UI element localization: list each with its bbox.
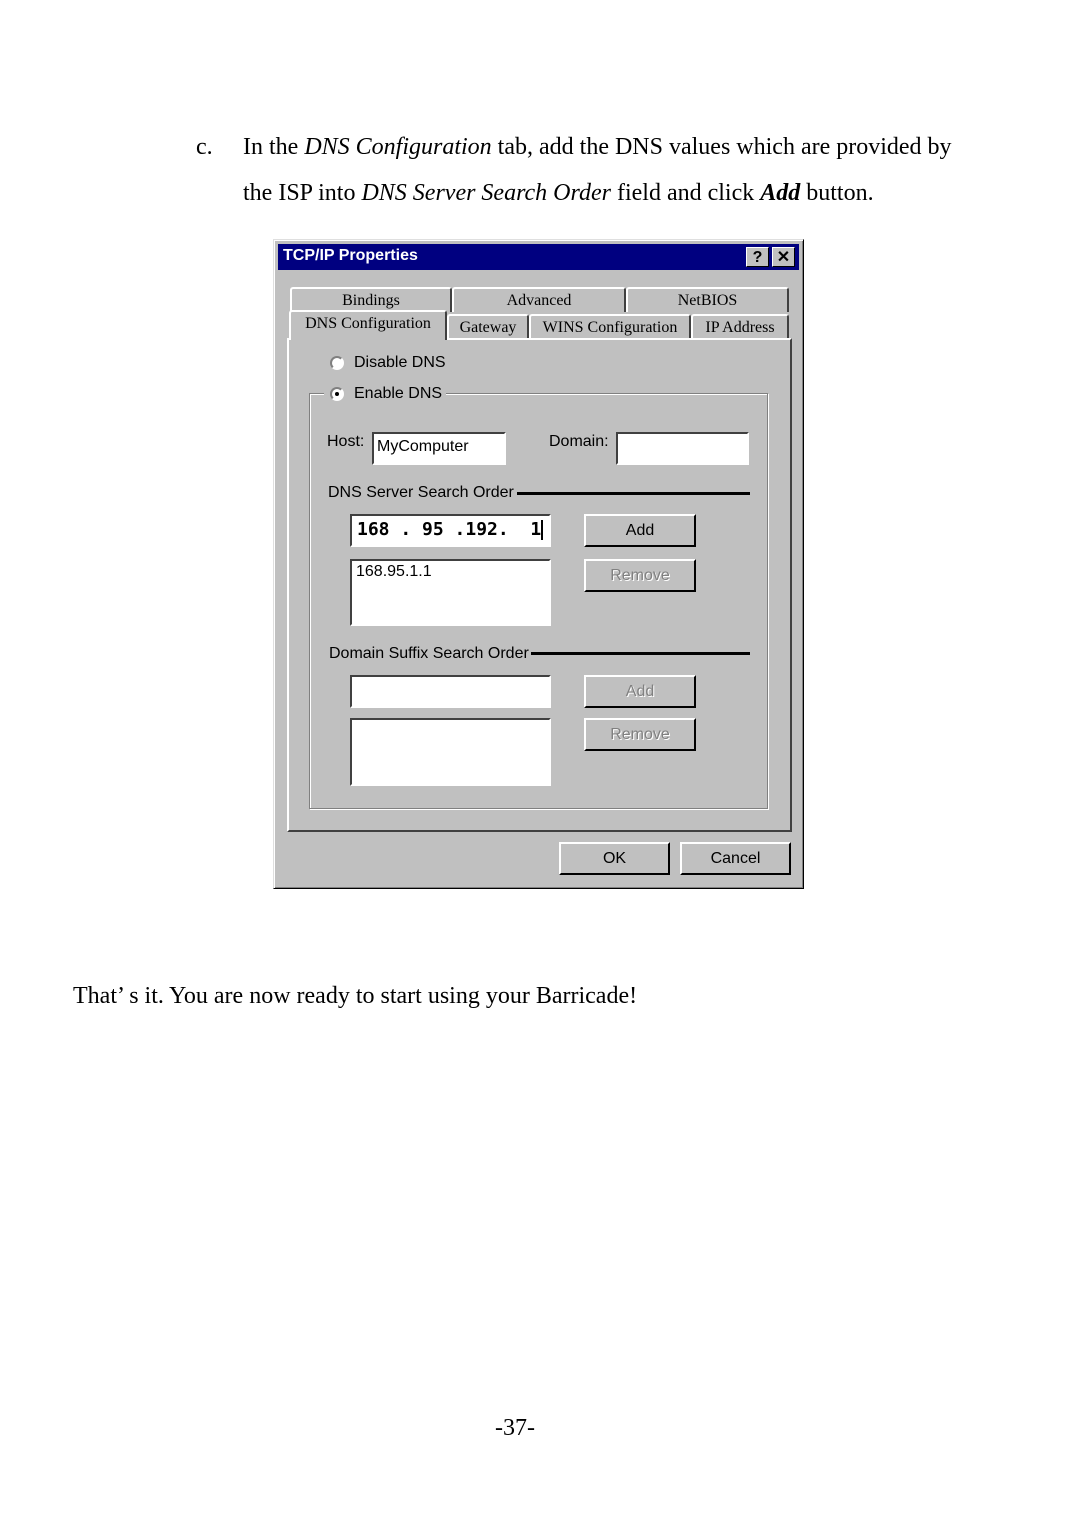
suffix-add-button[interactable]: Add: [584, 675, 696, 708]
tab-advanced[interactable]: Advanced: [452, 287, 626, 312]
tab-gateway[interactable]: Gateway: [447, 314, 529, 339]
dns-server-search-order-label: DNS Server Search Order: [328, 484, 514, 501]
domain-suffix-search-order-label: Domain Suffix Search Order: [329, 645, 529, 662]
tab-wins-configuration[interactable]: WINS Configuration: [529, 314, 691, 339]
tab-netbios[interactable]: NetBIOS: [626, 287, 789, 312]
dns-server-list[interactable]: 168.95.1.1: [350, 559, 551, 626]
tab-dns-configuration[interactable]: DNS Configuration: [289, 310, 447, 340]
section-divider: [531, 652, 750, 655]
dns-server-ip-input[interactable]: 168 . 95 .192. 1: [350, 514, 551, 547]
domain-input[interactable]: [616, 432, 749, 465]
cancel-button[interactable]: Cancel: [680, 842, 791, 875]
dialog-title: TCP/IP Properties: [283, 247, 418, 264]
step-letter: c.: [196, 134, 213, 160]
close-icon: ✕: [776, 249, 791, 266]
closing-text: That’ s it. You are now ready to start u…: [73, 983, 638, 1009]
instruction-line-1: In the DNS Configuration tab, add the DN…: [243, 134, 952, 160]
host-input[interactable]: MyComputer: [372, 432, 506, 465]
enable-dns-label: Enable DNS: [354, 385, 443, 402]
radio-selected-icon: [330, 387, 344, 401]
tab-ip-address[interactable]: IP Address: [691, 314, 789, 339]
title-bar[interactable]: TCP/IP Properties ? ✕: [278, 244, 799, 270]
host-label: Host:: [327, 433, 365, 450]
domain-label: Domain:: [549, 433, 609, 450]
question-mark-icon: ?: [752, 249, 763, 266]
dns-server-list-item[interactable]: 168.95.1.1: [356, 563, 545, 581]
dns-add-button[interactable]: Add: [584, 514, 696, 547]
text-cursor: [541, 520, 544, 540]
page-number: -37-: [495, 1415, 535, 1441]
ok-button[interactable]: OK: [559, 842, 670, 875]
domain-suffix-input[interactable]: [350, 675, 551, 708]
close-button[interactable]: ✕: [772, 247, 795, 267]
dns-remove-button[interactable]: Remove: [584, 559, 696, 592]
section-divider: [517, 492, 750, 495]
instruction-text: In the DNS Configuration tab, add the DN…: [243, 124, 1043, 216]
help-button[interactable]: ?: [746, 247, 769, 267]
domain-suffix-list[interactable]: [350, 718, 551, 786]
radio-empty-icon: [330, 356, 344, 370]
instruction-line-2: the ISP into DNS Server Search Order fie…: [243, 180, 874, 206]
tab-bindings[interactable]: Bindings: [290, 287, 452, 312]
suffix-remove-button[interactable]: Remove: [584, 718, 696, 751]
disable-dns-label: Disable DNS: [354, 354, 446, 371]
